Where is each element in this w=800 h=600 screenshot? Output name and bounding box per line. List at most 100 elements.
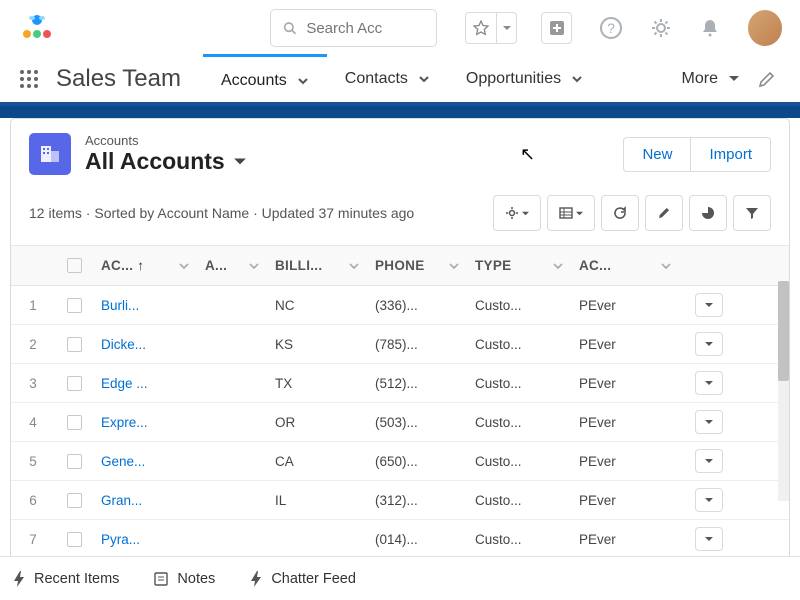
search-icon <box>283 20 296 36</box>
list-view-title[interactable]: All Accounts <box>85 148 247 175</box>
nav-accounts[interactable]: Accounts <box>203 54 327 104</box>
account-link[interactable]: Expre... <box>101 415 148 430</box>
row-checkbox[interactable] <box>67 454 82 469</box>
table-row: 4Expre...OR(503)...Custo...PEver <box>11 403 789 442</box>
bell-icon <box>700 18 720 38</box>
salesforce-logo[interactable] <box>18 8 56 48</box>
cell-type: Custo... <box>467 403 571 442</box>
inline-edit-button[interactable] <box>645 195 683 231</box>
col-type[interactable]: TYPE <box>467 246 571 285</box>
global-search[interactable] <box>270 9 437 47</box>
row-num: 1 <box>11 286 55 325</box>
nav-label: Contacts <box>345 70 408 88</box>
account-link[interactable]: Pyra... <box>101 532 140 547</box>
caret-down-icon <box>503 24 511 32</box>
scrollbar-thumb[interactable] <box>778 281 789 381</box>
notes-icon <box>153 571 169 587</box>
scrollbar[interactable] <box>778 281 789 501</box>
list-controls-button[interactable] <box>493 195 541 231</box>
search-input[interactable] <box>306 20 424 37</box>
row-checkbox[interactable] <box>67 337 82 352</box>
account-link[interactable]: Gran... <box>101 493 142 508</box>
question-icon: ? <box>600 17 622 39</box>
nav-contacts[interactable]: Contacts <box>327 54 448 104</box>
row-actions-button[interactable] <box>695 293 723 317</box>
favorite-button[interactable] <box>465 12 497 44</box>
row-actions-button[interactable] <box>695 332 723 356</box>
chevron-down-icon <box>179 261 189 271</box>
cell-owner: PEver <box>571 286 679 325</box>
row-actions-button[interactable] <box>695 410 723 434</box>
caret-down-icon <box>705 379 713 387</box>
row-actions-button[interactable] <box>695 449 723 473</box>
refresh-button[interactable] <box>601 195 639 231</box>
cell-owner: PEver <box>571 442 679 481</box>
plus-icon <box>549 20 565 36</box>
chevron-down-icon <box>449 261 459 271</box>
add-button[interactable] <box>541 12 571 44</box>
col-account-name[interactable]: AC...↑ <box>93 246 197 285</box>
row-checkbox[interactable] <box>67 493 82 508</box>
row-actions-button[interactable] <box>695 371 723 395</box>
row-checkbox[interactable] <box>67 415 82 430</box>
row-checkbox[interactable] <box>67 532 82 547</box>
edit-nav-button[interactable] <box>758 70 776 88</box>
svg-text:?: ? <box>607 20 615 36</box>
cell-state <box>267 527 367 551</box>
notes-button[interactable]: Notes <box>153 571 215 587</box>
caret-down-icon <box>705 418 713 426</box>
table-row: 6Gran...IL(312)...Custo...PEver <box>11 481 789 520</box>
help-button[interactable]: ? <box>600 17 622 39</box>
caret-down-icon <box>576 210 583 217</box>
nav-more[interactable]: More <box>664 54 758 104</box>
chart-button[interactable] <box>689 195 727 231</box>
import-button[interactable]: Import <box>691 137 771 172</box>
row-checkbox[interactable] <box>67 298 82 313</box>
cell-phone: (336)... <box>367 286 467 325</box>
chevron-down-icon <box>297 75 309 87</box>
caret-down-icon <box>233 155 247 169</box>
account-link[interactable]: Edge ... <box>101 376 148 391</box>
cell-owner: PEver <box>571 403 679 442</box>
cell-type: Custo... <box>467 364 571 403</box>
account-link[interactable]: Burli... <box>101 298 139 313</box>
cell-state: KS <box>267 325 367 364</box>
gear-icon <box>505 206 519 220</box>
table-icon <box>559 206 573 220</box>
account-link[interactable]: Dicke... <box>101 337 146 352</box>
pencil-icon <box>657 206 671 220</box>
waffle-icon <box>18 68 40 90</box>
star-icon <box>473 20 489 36</box>
setup-button[interactable] <box>650 17 672 39</box>
row-checkbox[interactable] <box>67 376 82 391</box>
cell-state: TX <box>267 364 367 403</box>
user-avatar[interactable] <box>748 10 782 46</box>
new-button[interactable]: New <box>623 137 691 172</box>
account-link[interactable]: Gene... <box>101 454 145 469</box>
app-launcher[interactable] <box>18 68 40 90</box>
row-actions-button[interactable] <box>695 488 723 512</box>
accounts-entity-icon <box>29 133 71 175</box>
favorite-dropdown[interactable] <box>497 12 517 44</box>
filter-button[interactable] <box>733 195 771 231</box>
display-button[interactable] <box>547 195 595 231</box>
select-all-checkbox[interactable] <box>67 258 82 273</box>
cell-owner: PEver <box>571 520 679 559</box>
recent-items-button[interactable]: Recent Items <box>12 570 119 588</box>
col-phone[interactable]: PHONE <box>367 246 467 285</box>
nav-opportunities[interactable]: Opportunities <box>448 54 601 104</box>
col-owner[interactable]: AC... <box>571 246 679 285</box>
cell-phone: (512)... <box>367 364 467 403</box>
row-actions-button[interactable] <box>695 527 723 551</box>
chevron-down-icon <box>661 261 671 271</box>
col-billing-state[interactable]: BILLI... <box>267 246 367 285</box>
caret-down-icon <box>705 496 713 504</box>
cell-phone: (785)... <box>367 325 467 364</box>
chatter-feed-button[interactable]: Chatter Feed <box>249 570 356 588</box>
chevron-down-icon <box>349 261 359 271</box>
notifications-button[interactable] <box>700 18 720 38</box>
col-account-name2[interactable]: A... <box>197 246 267 285</box>
caret-down-icon <box>705 457 713 465</box>
cell-state: OR <box>267 403 367 442</box>
caret-down-icon <box>522 210 529 217</box>
